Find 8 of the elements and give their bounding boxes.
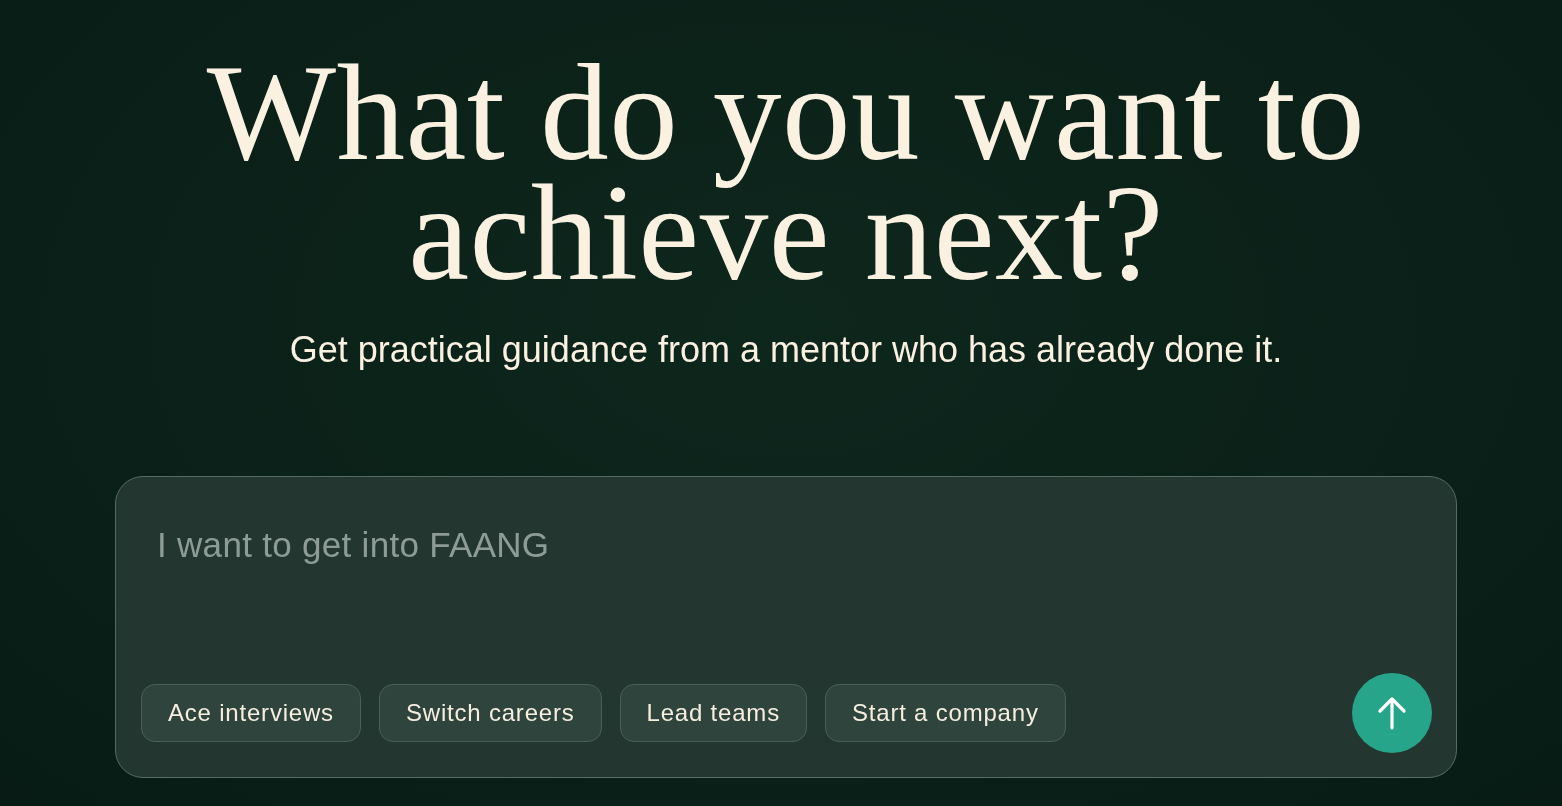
suggestion-chip[interactable]: Ace interviews	[141, 684, 361, 742]
arrow-up-icon	[1377, 696, 1407, 730]
page-heading: What do you want to achieve next?	[206, 53, 1366, 293]
suggestion-chip[interactable]: Start a company	[824, 684, 1066, 742]
suggestion-chip[interactable]: Lead teams	[619, 684, 807, 742]
page-subtitle: Get practical guidance from a mentor who has already done it.	[289, 328, 1283, 372]
prompt-field[interactable]: I want to get into FAANG Ace interviews Switch careers Lead teams Start a company	[115, 476, 1457, 778]
suggestion-chip[interactable]: Switch careers	[378, 684, 602, 742]
